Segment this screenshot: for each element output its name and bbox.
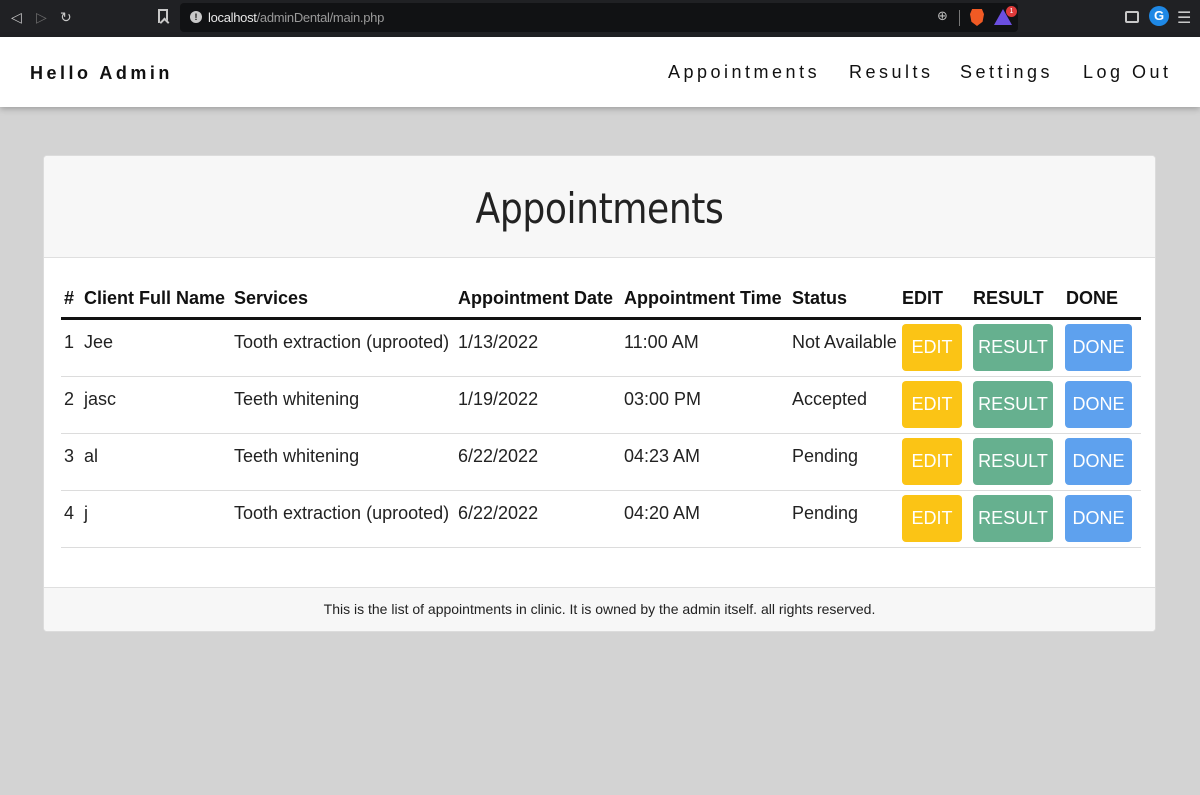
done-button[interactable]: DONE bbox=[1065, 381, 1132, 428]
table-row: 1 Jee Tooth extraction (uprooted) 1/13/2… bbox=[61, 320, 1141, 377]
header-result: RESULT bbox=[973, 288, 1044, 308]
appointment-time: 04:20 AM bbox=[624, 503, 701, 523]
card-footer: This is the list of appointments in clin… bbox=[44, 587, 1155, 631]
wallet-icon[interactable] bbox=[1125, 11, 1139, 23]
client-name: jasc bbox=[84, 389, 117, 409]
done-button[interactable]: DONE bbox=[1065, 324, 1132, 371]
nav-results[interactable]: Results bbox=[849, 62, 934, 83]
edit-button[interactable]: EDIT bbox=[902, 324, 962, 371]
edit-button[interactable]: EDIT bbox=[902, 381, 962, 428]
rewards-badge: 1 bbox=[1006, 6, 1017, 17]
client-name: Jee bbox=[84, 332, 114, 352]
result-button[interactable]: RESULT bbox=[973, 381, 1053, 428]
result-button[interactable]: RESULT bbox=[973, 438, 1053, 485]
header-appointment-time: Appointment Time bbox=[624, 288, 782, 308]
brand-title: Hello Admin bbox=[30, 63, 173, 83]
url-text[interactable]: localhost/adminDental/main.php bbox=[208, 10, 384, 25]
service: Teeth whitening bbox=[234, 389, 360, 409]
nav-appointments[interactable]: Appointments bbox=[668, 62, 820, 83]
extension-icon[interactable]: G bbox=[1149, 6, 1169, 26]
table-row: 2 jasc Teeth whitening 1/19/2022 03:00 P… bbox=[61, 377, 1141, 434]
nav-settings[interactable]: Settings bbox=[960, 62, 1053, 83]
appointment-time: 03:00 PM bbox=[624, 389, 702, 409]
service: Teeth whitening bbox=[234, 446, 360, 466]
table-row: 4 j Tooth extraction (uprooted) 6/22/202… bbox=[61, 491, 1141, 548]
row-number: 2 bbox=[64, 389, 75, 409]
appointment-date: 6/22/2022 bbox=[458, 503, 539, 523]
status: Not Available bbox=[792, 332, 897, 352]
site-info-icon[interactable]: ! bbox=[190, 11, 202, 23]
header-appointment-date: Appointment Date bbox=[458, 288, 613, 308]
row-number: 1 bbox=[64, 332, 75, 352]
header-client-name: Client Full Name bbox=[84, 288, 226, 308]
result-button[interactable]: RESULT bbox=[973, 495, 1053, 542]
brave-shields-icon[interactable] bbox=[970, 9, 984, 26]
zoom-icon[interactable]: ⊕ bbox=[937, 9, 948, 24]
header-number: # bbox=[64, 288, 75, 308]
row-number: 4 bbox=[64, 503, 75, 523]
header-services: Services bbox=[234, 288, 309, 308]
edit-button[interactable]: EDIT bbox=[902, 438, 962, 485]
edit-button[interactable]: EDIT bbox=[902, 495, 962, 542]
appointments-card: Appointments # Client Full Name Services… bbox=[43, 155, 1156, 632]
card-header: Appointments bbox=[44, 156, 1155, 258]
separator bbox=[959, 10, 960, 26]
page-title: Appointments bbox=[475, 184, 724, 233]
table-row: 3 al Teeth whitening 6/22/2022 04:23 AM … bbox=[61, 434, 1141, 491]
result-button[interactable]: RESULT bbox=[973, 324, 1053, 371]
done-button[interactable]: DONE bbox=[1065, 495, 1132, 542]
appointment-time: 04:23 AM bbox=[624, 446, 701, 466]
header-done: DONE bbox=[1066, 288, 1119, 308]
header-edit: EDIT bbox=[902, 288, 944, 308]
appointment-date: 1/19/2022 bbox=[458, 389, 539, 409]
status: Accepted bbox=[792, 389, 868, 409]
appointment-date: 6/22/2022 bbox=[458, 446, 539, 466]
appointment-time: 11:00 AM bbox=[624, 332, 699, 352]
reload-icon[interactable]: ↻ bbox=[60, 9, 72, 27]
service: Tooth extraction (uprooted) bbox=[234, 332, 450, 352]
browser-toolbar: ◁ ▷ ↻ ! localhost/adminDental/main.php ⊕… bbox=[0, 0, 1200, 37]
top-navbar: Hello Admin Appointments Results Setting… bbox=[0, 37, 1200, 107]
client-name: j bbox=[84, 503, 88, 523]
bookmark-icon[interactable] bbox=[158, 9, 168, 23]
client-name: al bbox=[84, 446, 99, 466]
appointment-date: 1/13/2022 bbox=[458, 332, 539, 352]
done-button[interactable]: DONE bbox=[1065, 438, 1132, 485]
service: Tooth extraction (uprooted) bbox=[234, 503, 450, 523]
header-status: Status bbox=[792, 288, 848, 308]
footer-text: This is the list of appointments in clin… bbox=[323, 601, 876, 617]
address-bar[interactable]: ! localhost/adminDental/main.php ⊕ 1 bbox=[180, 3, 1018, 32]
status: Pending bbox=[792, 446, 859, 466]
forward-icon[interactable]: ▷ bbox=[36, 9, 47, 27]
status: Pending bbox=[792, 503, 859, 523]
row-number: 3 bbox=[64, 446, 75, 466]
menu-icon[interactable]: ☰ bbox=[1177, 8, 1191, 27]
back-icon[interactable]: ◁ bbox=[11, 9, 22, 27]
nav-log-out[interactable]: Log Out bbox=[1083, 62, 1172, 83]
